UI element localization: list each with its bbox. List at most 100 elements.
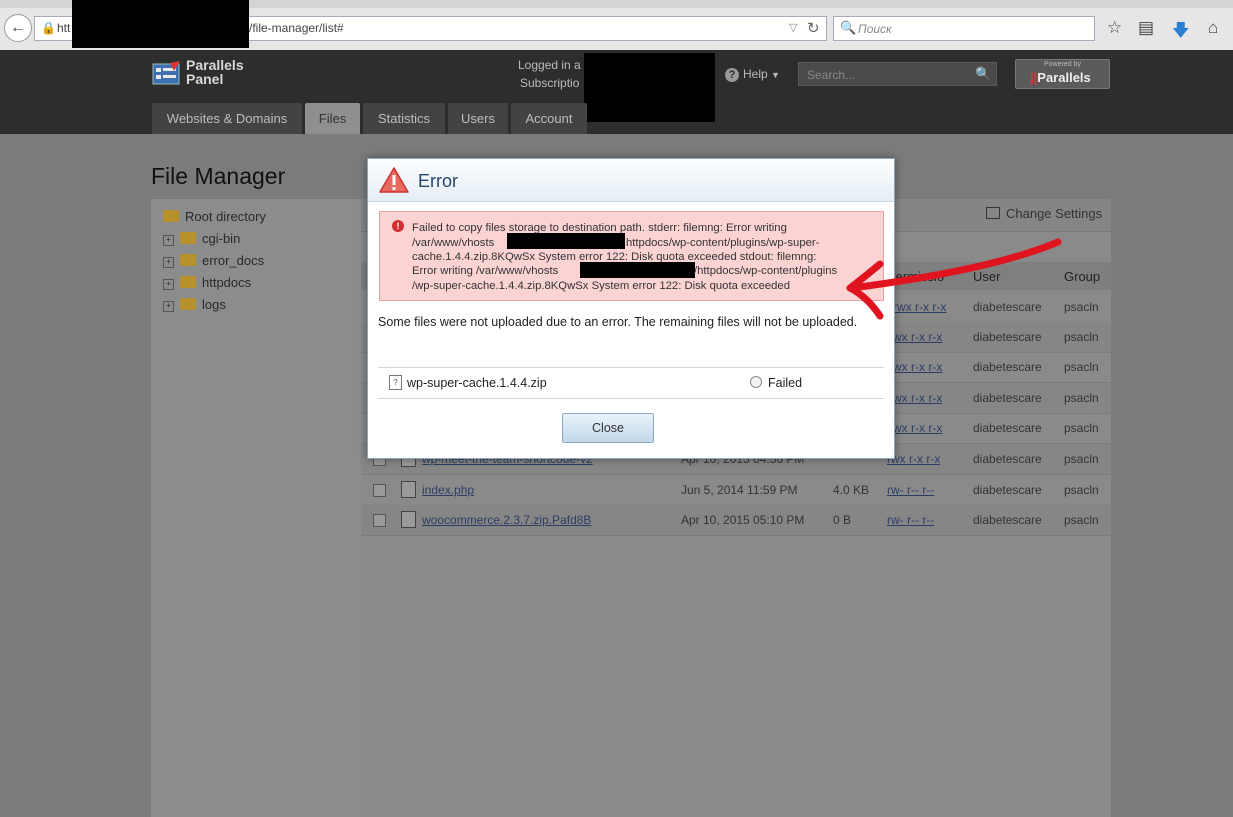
permissions-link[interactable]: wx r-x r-x [893,421,942,435]
reload-icon[interactable]: ↻ [807,19,820,37]
lock-icon: 🔒 [41,21,56,35]
table-row[interactable]: woocommerce.2.3.7.zip.Pafd8B Apr 10, 2015… [361,505,1111,536]
url-dropdown-icon[interactable]: ▽ [789,21,797,34]
panel-search-placeholder: Search... [807,68,856,82]
file-user: diabetescare [973,391,1042,405]
file-group: psacln [1064,330,1099,344]
file-icon [401,481,416,498]
search-icon[interactable]: 🔍 [975,66,991,82]
download-icon[interactable]: 🡇 [1172,18,1189,47]
permissions-link[interactable]: rw- r-- r-- [887,483,934,497]
back-button[interactable]: ← [4,14,32,42]
file-user: diabetescare [973,360,1042,374]
tree-item-label: logs [202,297,226,312]
status-indicator-icon [750,376,762,388]
expand-icon[interactable]: + [163,257,174,268]
tree-item-label: httpdocs [202,275,252,290]
file-modified: Apr 10, 2015 05:10 PM [681,513,805,527]
permissions-link[interactable]: wx r-x r-x [893,360,942,374]
file-user: diabetescare [973,452,1042,466]
home-icon[interactable]: ⌂ [1208,18,1218,38]
folder-icon [180,232,196,244]
error-text-line: httpdocs/wp-content/plugins/wp-super- [626,237,820,249]
parallels-logo-icon [152,61,180,85]
tree-item-error-docs[interactable]: + error_docs [163,253,264,271]
expand-icon[interactable]: + [163,235,174,246]
folder-icon [180,254,196,266]
file-size: 0 B [833,513,852,527]
error-text-line: Error writing /var/www/vhosts [412,265,559,277]
chevron-down-icon: ▼ [771,70,780,80]
url-prefix: htt [57,21,71,35]
directory-tree: Root directory + cgi-bin + error_docs + htt… [151,199,361,817]
bookmark-star-icon[interactable]: ☆ [1107,18,1122,38]
error-text-line: /wp-super-cache.1.4.4.zip.8KQwSx System … [412,280,790,292]
expand-icon[interactable]: + [163,301,174,312]
tab-files[interactable]: Files [305,103,360,134]
search-icon: 🔍 [840,20,857,35]
tab-label: Account [525,111,573,126]
logged-in-label: Logged in a [518,58,581,72]
error-icon: ! [392,220,404,232]
dialog-title: Error [418,171,458,191]
file-icon: ? [389,375,402,390]
tree-item-httpdocs[interactable]: + httpdocs [163,275,251,293]
browser-toolbar: ← 🔒 htt /file-manager/list# ▽ ↻ 🔍 Поиск … [0,0,1233,51]
tab-users[interactable]: Users [448,103,508,134]
reading-list-icon[interactable]: ▤ [1138,18,1154,38]
help-label: Help [743,67,768,81]
file-size: 4.0 KB [833,483,870,497]
browser-search-input[interactable]: 🔍 Поиск [833,16,1095,41]
tree-item-label: Root directory [185,209,266,224]
tree-item-label: error_docs [202,253,265,268]
error-message-box: ! Failed to copy files storage to destin… [379,211,884,301]
permissions-link[interactable]: wx r-x r-x [893,330,942,344]
tree-item-cgi-bin[interactable]: + cgi-bin [163,231,240,249]
failed-file-status: Failed [768,376,803,390]
tab-account[interactable]: Account [511,103,587,134]
file-user: diabetescare [973,330,1042,344]
file-name-link[interactable]: index.php [422,483,474,497]
redaction-block [72,0,249,48]
tab-label: Websites & Domains [166,111,288,126]
permissions-link[interactable]: wx r-x r-x [893,391,942,405]
failed-file-name: wp-super-cache.1.4.4.zip [407,376,547,390]
subscription-label: Subscriptio [520,76,580,90]
change-settings-label: Change Settings [1006,206,1103,221]
panel-search-input[interactable]: Search... 🔍 [798,62,997,86]
file-group: psacln [1064,360,1099,374]
tab-statistics[interactable]: Statistics [363,103,445,134]
close-button[interactable]: Close [562,413,654,443]
table-row[interactable]: index.php Jun 5, 2014 11:59 PM 4.0 KB rw- r… [361,475,1111,506]
permissions-link[interactable]: rw- r-- r-- [887,513,934,527]
redaction-block [580,262,695,278]
powered-brand-label: Parallels [1037,70,1091,85]
error-text-line: /var/www/vhosts [412,237,495,249]
help-menu[interactable]: ? Help ▼ [725,67,780,82]
change-settings-button[interactable]: Change Settings [986,206,1102,221]
expand-icon[interactable]: + [163,279,174,290]
settings-icon [986,207,1000,219]
dialog-message: Some files were not uploaded due to an e… [378,315,858,329]
app-logo-text: Parallels Panel [186,58,244,86]
tree-item-label: cgi-bin [202,231,241,246]
file-user: diabetescare [973,421,1042,435]
logo-line-1: Parallels [186,57,244,73]
row-checkbox[interactable] [373,514,386,527]
file-group: psacln [1064,421,1099,435]
annotation-arrow [846,238,1062,320]
powered-by-badge[interactable]: Powered by ||Parallels [1015,59,1110,89]
tree-item-logs[interactable]: + logs [163,297,226,315]
file-modified: Jun 5, 2014 11:59 PM [681,483,798,497]
file-user: diabetescare [973,513,1042,527]
tree-item-root[interactable]: Root directory [163,209,266,227]
folder-icon [180,298,196,310]
file-name-link[interactable]: woocommerce.2.3.7.zip.Pafd8B [422,513,591,527]
tab-websites-domains[interactable]: Websites & Domains [152,103,302,134]
browser-search-placeholder: Поиск [858,22,892,36]
powered-by-label: Powered by [1044,61,1081,68]
error-text-line: /httpdocs/wp-content/plugins [694,265,838,277]
file-group: psacln [1064,513,1099,527]
dialog-header: Error [368,159,894,202]
row-checkbox[interactable] [373,484,386,497]
